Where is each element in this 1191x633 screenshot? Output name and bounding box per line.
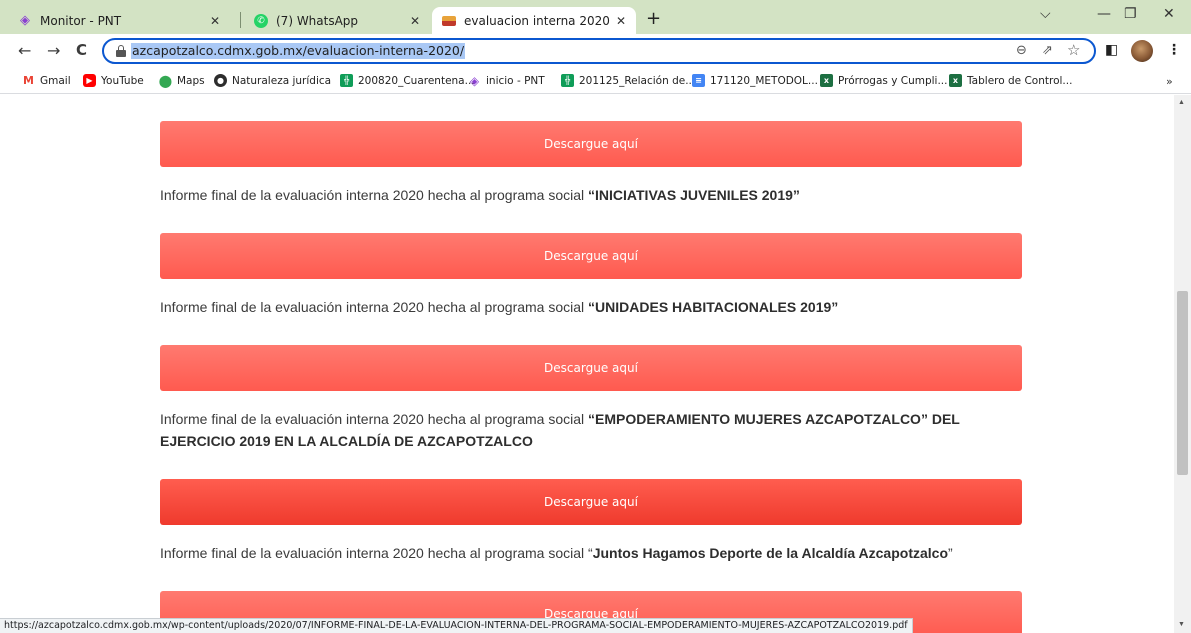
bookmark-label: Gmail [40, 74, 71, 87]
bookmark-label: Maps [177, 74, 205, 87]
forward-button[interactable]: → [47, 41, 60, 60]
bookmark-201125-relacion[interactable]: ╬ 201125_Relación de... [561, 74, 695, 87]
report-prefix: Informe final de la evaluación interna 2… [160, 411, 585, 427]
toolbar: ← → C azcapotzalco.cdmx.gob.mx/evaluacio… [0, 34, 1191, 68]
zoom-icon[interactable]: ⊖ [1016, 43, 1027, 58]
azcapotzalco-icon [442, 15, 456, 26]
vertical-scrollbar[interactable]: ▲ ▼ [1174, 95, 1191, 633]
close-icon[interactable]: ✕ [410, 14, 420, 28]
bookmark-label: 201125_Relación de... [579, 74, 696, 87]
minimize-button[interactable]: — [1097, 6, 1111, 22]
whatsapp-icon: ✆ [254, 13, 268, 28]
report-prefix: Informe final de la evaluación interna 2… [160, 545, 585, 561]
download-button[interactable]: Descargue aquí [160, 121, 1022, 167]
bookmark-maps[interactable]: ⬤ Maps [158, 73, 205, 88]
bookmark-label: 171120_METODOL... [710, 74, 818, 87]
tab-title: (7) WhatsApp [276, 13, 359, 28]
page-content: Descargue aquí Informe final de la evalu… [0, 95, 1174, 633]
bookmark-label: inicio - PNT [486, 74, 545, 87]
bookmarks-bar: M Gmail ▶ YouTube ⬤ Maps ● Naturaleza ju… [0, 68, 1191, 94]
scrollbar-thumb[interactable] [1177, 291, 1188, 475]
tab-monitor-pnt[interactable]: ◈ Monitor - PNT ✕ [8, 7, 230, 34]
maps-icon: ⬤ [158, 73, 173, 88]
close-icon[interactable]: ✕ [210, 14, 220, 28]
bookmark-star-icon[interactable]: ☆ [1067, 41, 1080, 59]
more-bookmarks-icon[interactable]: » [1166, 75, 1173, 88]
menu-icon[interactable]: ⋮ [1167, 42, 1181, 58]
bookmark-naturaleza-juridica[interactable]: ● Naturaleza jurídica [214, 74, 331, 87]
url-text[interactable]: azcapotzalco.cdmx.gob.mx/evaluacion-inte… [131, 43, 466, 59]
bookmark-gmail[interactable]: M Gmail [22, 74, 71, 87]
tab-title: Monitor - PNT [40, 13, 122, 28]
gmail-icon: M [23, 74, 34, 87]
tab-whatsapp[interactable]: ✆ (7) WhatsApp ✕ [244, 7, 430, 34]
bookmark-prorrogas[interactable]: x Prórrogas y Cumpli... [820, 74, 948, 87]
sheets-icon: ╬ [561, 74, 574, 87]
tab-title: evaluacion interna 2020 - Azcapo [464, 13, 610, 28]
download-button-hovered[interactable]: Descargue aquí [160, 479, 1022, 525]
bookmark-tablero-control[interactable]: x Tablero de Control... [949, 74, 1072, 87]
report-description: Informe final de la evaluación interna 2… [160, 408, 1020, 452]
scroll-up-icon[interactable]: ▲ [1178, 99, 1185, 106]
share-icon[interactable]: ⇗ [1042, 43, 1053, 58]
report-description: Informe final de la evaluación interna 2… [160, 184, 1020, 206]
program-name: Juntos Hagamos Deporte de la Alcaldía Az… [592, 545, 948, 561]
scroll-down-icon[interactable]: ▼ [1178, 621, 1185, 628]
docs-icon: ≡ [692, 74, 705, 87]
bookmark-inicio-pnt[interactable]: ◈ inicio - PNT [468, 73, 545, 88]
bookmark-label: 200820_Cuarentena... [358, 74, 475, 87]
program-name: “UNIDADES HABITACIONALES 2019” [588, 299, 839, 315]
close-icon[interactable]: ✕ [616, 14, 626, 28]
bookmark-label: Tablero de Control... [967, 74, 1073, 87]
youtube-icon: ▶ [83, 74, 96, 87]
side-panel-icon[interactable]: ◧ [1105, 42, 1118, 58]
tab-search-icon[interactable]: ⌵ [1040, 6, 1051, 22]
reload-button[interactable]: C [76, 41, 87, 59]
pnt-icon: ◈ [20, 13, 30, 28]
tab-strip: ◈ Monitor - PNT ✕ ✆ (7) WhatsApp ✕ evalu… [0, 0, 1191, 34]
avatar[interactable] [1131, 40, 1153, 62]
pnt-icon: ◈ [469, 73, 480, 88]
new-tab-button[interactable]: + [646, 8, 661, 29]
tab-evaluacion-interna[interactable]: evaluacion interna 2020 - Azcapo ✕ [432, 7, 636, 34]
report-description: Informe final de la evaluación interna 2… [160, 296, 1020, 318]
bookmark-label: Prórrogas y Cumpli... [838, 74, 948, 87]
excel-icon: x [949, 74, 962, 87]
report-prefix: Informe final de la evaluación interna 2… [160, 187, 585, 203]
report-description: Informe final de la evaluación interna 2… [160, 542, 1020, 564]
download-button[interactable]: Descargue aquí [160, 345, 1022, 391]
sheets-icon: ╬ [340, 74, 353, 87]
bookmark-label: Naturaleza jurídica [232, 74, 332, 87]
program-name: “INICIATIVAS JUVENILES 2019” [588, 187, 800, 203]
back-button[interactable]: ← [18, 41, 31, 60]
bookmark-label: YouTube [101, 74, 144, 87]
report-prefix: Informe final de la evaluación interna 2… [160, 299, 585, 315]
bookmark-youtube[interactable]: ▶ YouTube [83, 74, 144, 87]
download-button[interactable]: Descargue aquí [160, 233, 1022, 279]
bookmark-171120-metodol[interactable]: ≡ 171120_METODOL... [692, 74, 818, 87]
excel-icon: x [820, 74, 833, 87]
link-status-bubble: https://azcapotzalco.cdmx.gob.mx/wp-cont… [0, 618, 913, 633]
address-bar[interactable]: azcapotzalco.cdmx.gob.mx/evaluacion-inte… [102, 38, 1096, 64]
restore-button[interactable]: ❐ [1124, 6, 1137, 22]
bookmark-200820-cuarentena[interactable]: ╬ 200820_Cuarentena... [340, 74, 475, 87]
lock-icon[interactable] [116, 45, 126, 57]
close-quote: ” [948, 545, 953, 561]
globe-icon: ● [214, 74, 227, 87]
close-window-button[interactable]: ✕ [1163, 6, 1175, 22]
tab-separator [240, 12, 241, 28]
